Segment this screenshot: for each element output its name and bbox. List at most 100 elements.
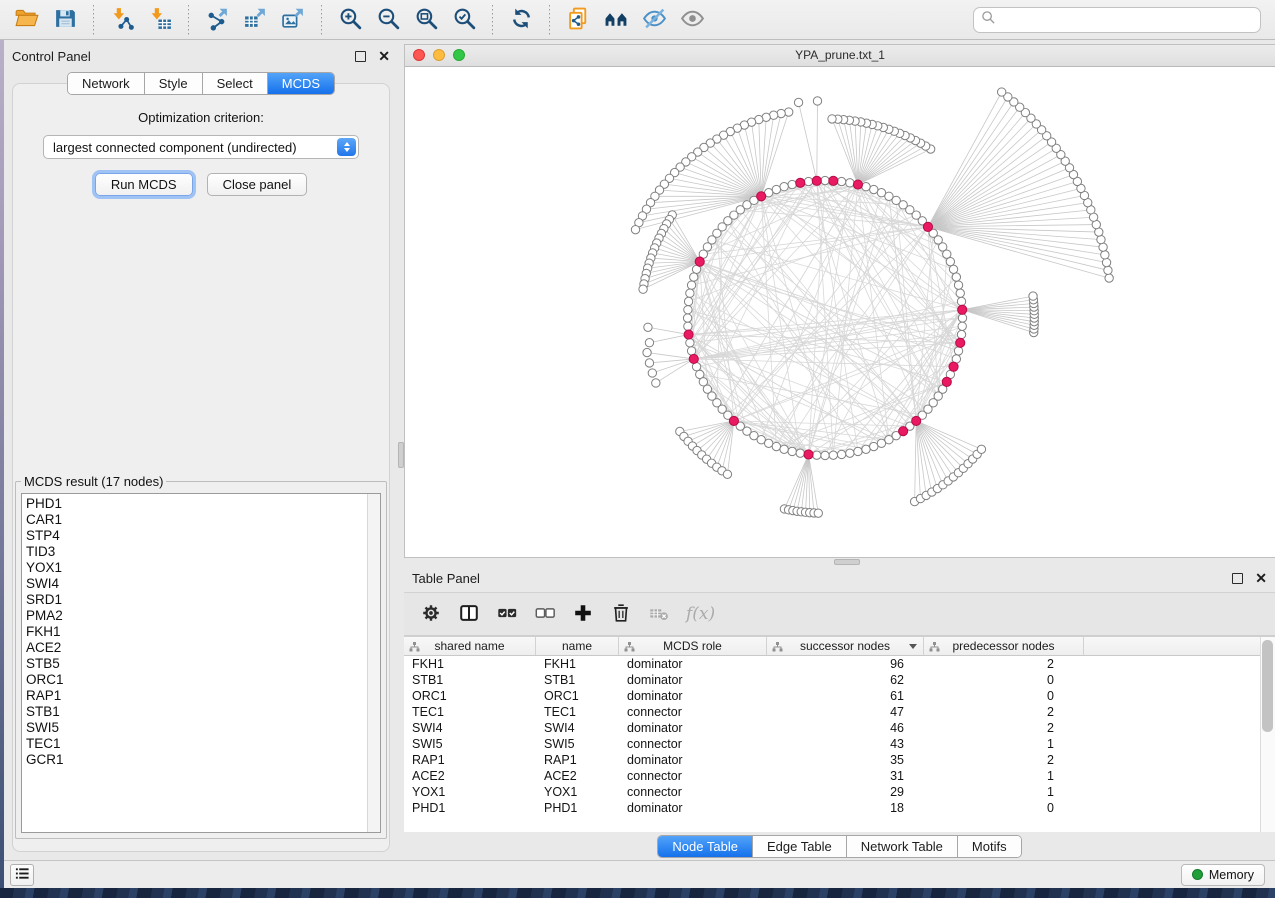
table-cell[interactable]: TEC1	[536, 704, 619, 720]
mcds-result-item[interactable]: CAR1	[26, 512, 380, 528]
table-cell[interactable]: STB1	[536, 672, 619, 688]
table-cell[interactable]: 0	[924, 672, 1084, 688]
tab-motifs[interactable]: Motifs	[958, 836, 1021, 857]
criterion-dropdown[interactable]: largest connected component (undirected)	[43, 135, 359, 159]
table-cell[interactable]: 62	[767, 672, 924, 688]
mcds-result-item[interactable]: STB5	[26, 656, 380, 672]
table-cell[interactable]: ACE2	[536, 768, 619, 784]
table-cell[interactable]: 2	[924, 720, 1084, 736]
column-header[interactable]: MCDS role	[619, 637, 767, 655]
table-cell[interactable]: FKH1	[404, 656, 536, 672]
table-cell[interactable]: 1	[924, 736, 1084, 752]
table-row[interactable]: STB1STB1dominator620	[404, 672, 1275, 688]
table-cell[interactable]: dominator	[619, 656, 767, 672]
table-cell[interactable]: connector	[619, 736, 767, 752]
splitter-grip[interactable]	[398, 442, 404, 468]
float-panel-icon[interactable]	[1232, 573, 1243, 584]
float-panel-icon[interactable]	[355, 51, 366, 62]
mcds-result-item[interactable]: STP4	[26, 528, 380, 544]
table-cell[interactable]: SWI5	[404, 736, 536, 752]
table-cell[interactable]: 96	[767, 656, 924, 672]
table-row[interactable]: FKH1FKH1dominator962	[404, 656, 1275, 672]
table-cell[interactable]: STB1	[404, 672, 536, 688]
first-neighbors-button[interactable]	[599, 3, 633, 37]
show-columns-button[interactable]	[458, 602, 480, 627]
table-cell[interactable]: connector	[619, 768, 767, 784]
table-cell[interactable]: ACE2	[404, 768, 536, 784]
table-cell[interactable]: 29	[767, 784, 924, 800]
hide-selected-button[interactable]	[637, 3, 671, 37]
import-network-button[interactable]	[105, 3, 139, 37]
table-cell[interactable]: SWI4	[536, 720, 619, 736]
scrollbar-thumb[interactable]	[1262, 640, 1273, 732]
table-cell[interactable]: 61	[767, 688, 924, 704]
tab-node-table[interactable]: Node Table	[658, 836, 753, 857]
table-cell[interactable]: dominator	[619, 672, 767, 688]
zoom-selected-button[interactable]	[447, 3, 481, 37]
column-header[interactable]: shared name	[404, 637, 536, 655]
table-cell[interactable]: RAP1	[404, 752, 536, 768]
export-network-button[interactable]	[200, 3, 234, 37]
search-input[interactable]	[996, 12, 1253, 27]
save-session-button[interactable]	[48, 3, 82, 37]
table-cell[interactable]: SWI5	[536, 736, 619, 752]
column-header[interactable]: successor nodes	[767, 637, 924, 655]
task-history-button[interactable]	[10, 864, 34, 886]
table-row[interactable]: ACE2ACE2connector311	[404, 768, 1275, 784]
table-scrollbar[interactable]	[1260, 637, 1275, 832]
table-row[interactable]: SWI4SWI4dominator462	[404, 720, 1275, 736]
mcds-result-item[interactable]: ACE2	[26, 640, 380, 656]
table-cell[interactable]: SWI4	[404, 720, 536, 736]
mcds-result-item[interactable]: STB1	[26, 704, 380, 720]
table-row[interactable]: RAP1RAP1dominator352	[404, 752, 1275, 768]
network-graph-canvas[interactable]	[405, 67, 1275, 557]
close-panel-icon[interactable]: ✕	[378, 49, 390, 63]
mcds-result-item[interactable]: TID3	[26, 544, 380, 560]
table-cell[interactable]: 18	[767, 800, 924, 816]
import-table-button[interactable]	[143, 3, 177, 37]
tab-style[interactable]: Style	[145, 73, 203, 94]
tab-select[interactable]: Select	[203, 73, 268, 94]
column-header[interactable]: name	[536, 637, 619, 655]
mcds-result-item[interactable]: GCR1	[26, 752, 380, 768]
zoom-fit-button[interactable]	[409, 3, 443, 37]
deselect-all-columns-button[interactable]	[534, 602, 556, 627]
table-cell[interactable]: YOX1	[404, 784, 536, 800]
mcds-result-item[interactable]: SWI5	[26, 720, 380, 736]
table-cell[interactable]: 31	[767, 768, 924, 784]
table-cell[interactable]: ORC1	[536, 688, 619, 704]
mcds-result-item[interactable]: PHD1	[26, 496, 380, 512]
table-row[interactable]: SWI5SWI5connector431	[404, 736, 1275, 752]
delete-column-button[interactable]	[610, 602, 632, 627]
mcds-result-item[interactable]: ORC1	[26, 672, 380, 688]
zoom-out-button[interactable]	[371, 3, 405, 37]
column-header[interactable]: predecessor nodes	[924, 637, 1084, 655]
table-settings-button[interactable]	[420, 602, 442, 627]
table-cell[interactable]: dominator	[619, 720, 767, 736]
close-panel-button[interactable]: Close panel	[207, 173, 308, 196]
export-table-button[interactable]	[238, 3, 272, 37]
apply-layout-button[interactable]	[504, 3, 538, 37]
mcds-result-item[interactable]: RAP1	[26, 688, 380, 704]
network-window-titlebar[interactable]: YPA_prune.txt_1	[405, 45, 1275, 67]
table-cell[interactable]: 1	[924, 784, 1084, 800]
table-row[interactable]: YOX1YOX1connector291	[404, 784, 1275, 800]
duplicate-network-button[interactable]	[561, 3, 595, 37]
table-row[interactable]: TEC1TEC1connector472	[404, 704, 1275, 720]
open-file-button[interactable]	[10, 3, 44, 37]
run-mcds-button[interactable]: Run MCDS	[95, 173, 193, 196]
table-cell[interactable]: PHD1	[536, 800, 619, 816]
mcds-result-item[interactable]: TEC1	[26, 736, 380, 752]
export-image-button[interactable]	[276, 3, 310, 37]
select-all-columns-button[interactable]	[496, 602, 518, 627]
table-cell[interactable]: 35	[767, 752, 924, 768]
table-cell[interactable]: 1	[924, 768, 1084, 784]
table-cell[interactable]: connector	[619, 784, 767, 800]
table-cell[interactable]: 2	[924, 704, 1084, 720]
table-cell[interactable]: connector	[619, 704, 767, 720]
show-all-button[interactable]	[675, 3, 709, 37]
table-cell[interactable]: 0	[924, 688, 1084, 704]
table-cell[interactable]: 2	[924, 752, 1084, 768]
table-cell[interactable]: 47	[767, 704, 924, 720]
table-row[interactable]: ORC1ORC1dominator610	[404, 688, 1275, 704]
